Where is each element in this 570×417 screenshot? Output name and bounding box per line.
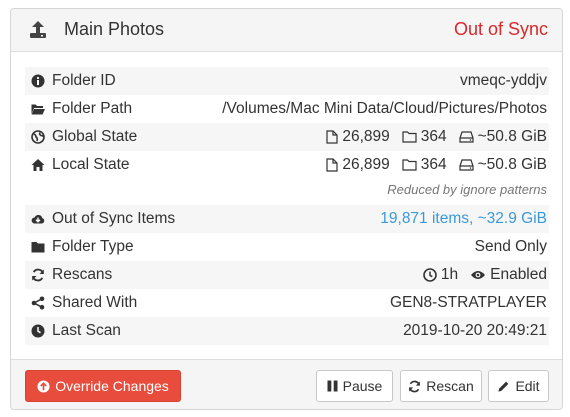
clock-icon <box>423 268 437 282</box>
row-folder-id: Folder ID vmeqc-yddjv <box>25 67 549 95</box>
folder-header[interactable]: Main Photos Out of Sync <box>11 9 562 52</box>
edit-button[interactable]: Edit <box>488 370 549 402</box>
row-folder-type: Folder Type Send Only <box>25 233 549 261</box>
file-icon <box>326 130 338 144</box>
shared-with-label: Shared With <box>52 294 138 311</box>
folder-open-icon <box>31 104 45 115</box>
global-size: ~50.8 GiB <box>477 128 547 145</box>
ignore-patterns-note: Reduced by ignore patterns <box>387 182 547 197</box>
rescan-label: Rescan <box>426 378 474 394</box>
row-folder-path: Folder Path /Volumes/Mac Mini Data/Cloud… <box>25 95 549 123</box>
arrow-circle-up-icon <box>37 379 50 393</box>
out-of-sync-link[interactable]: 19,871 items, ~32.9 GiB <box>380 205 547 233</box>
upload-icon <box>30 21 46 38</box>
global-files: 26,899 <box>342 128 390 145</box>
rescan-interval: 1h <box>440 266 459 283</box>
local-state-value: 26,899 364 ~50.8 GiB <box>326 151 547 179</box>
rescans-label: Rescans <box>52 266 113 283</box>
pause-button[interactable]: Pause <box>316 370 393 402</box>
folder-path-label: Folder Path <box>52 100 133 117</box>
watcher-status: Enabled <box>490 266 547 283</box>
rescans-value: 1h Enabled <box>423 261 547 289</box>
rescan-button[interactable]: Rescan <box>400 370 482 402</box>
sync-status: Out of Sync <box>453 19 548 39</box>
override-changes-label: Override Changes <box>55 378 169 394</box>
clock-icon <box>31 324 45 338</box>
folder-title: Main Photos <box>64 19 165 39</box>
refresh-icon <box>32 268 44 282</box>
row-rescans: Rescans 1h Enabled <box>25 261 549 289</box>
pause-icon <box>327 380 338 392</box>
last-scan-label: Last Scan <box>52 322 121 339</box>
folder-id-label: Folder ID <box>52 72 116 89</box>
last-scan-value: 2019-10-20 20:49:21 <box>403 322 547 339</box>
refresh-icon <box>409 380 421 392</box>
folder-panel: Main Photos Out of Sync Folder ID vmeqc-… <box>10 8 563 410</box>
folder-icon <box>31 242 45 253</box>
pencil-icon <box>498 381 509 392</box>
share-icon <box>31 296 45 310</box>
row-local-state: Local State 26,899 364 ~50.8 GiB <box>25 151 549 179</box>
override-changes-button[interactable]: Override Changes <box>25 370 181 402</box>
local-size: ~50.8 GiB <box>477 156 547 173</box>
shared-with-value: GEN8-STRATPLAYER <box>389 294 547 311</box>
local-dirs: 364 <box>420 156 447 173</box>
global-state-value: 26,899 364 ~50.8 GiB <box>326 123 547 151</box>
folder-id-value: vmeqc-yddjv <box>460 72 547 89</box>
row-out-of-sync: Out of Sync Items 19,871 items, ~32.9 Gi… <box>25 205 549 233</box>
hdd-icon <box>459 159 474 171</box>
out-of-sync-label: Out of Sync Items <box>52 210 176 227</box>
global-dirs: 364 <box>420 128 447 145</box>
edit-label: Edit <box>515 378 540 394</box>
folder-path-value: /Volumes/Mac Mini Data/Cloud/Pictures/Ph… <box>222 100 547 117</box>
row-global-state: Global State 26,899 364 ~50.8 GiB <box>25 123 549 151</box>
folder-type-value: Send Only <box>474 238 547 255</box>
folder-icon <box>402 159 417 171</box>
row-last-scan: Last Scan 2019-10-20 20:49:21 <box>25 317 549 345</box>
local-state-label: Local State <box>52 156 130 173</box>
folder-icon <box>402 131 417 143</box>
eye-icon <box>471 271 486 279</box>
globe-icon <box>31 130 45 144</box>
home-icon <box>31 159 45 171</box>
global-state-label: Global State <box>52 128 138 145</box>
local-files: 26,899 <box>342 156 390 173</box>
panel-footer: Override Changes Pause Rescan Edit <box>11 359 562 409</box>
cloud-download-icon <box>31 215 45 224</box>
folder-details: Folder ID vmeqc-yddjv Folder Path /Volum… <box>25 67 549 345</box>
pause-label: Pause <box>342 378 383 394</box>
info-icon <box>31 74 45 88</box>
file-icon <box>326 158 338 172</box>
folder-type-label: Folder Type <box>52 238 134 255</box>
hdd-icon <box>459 131 474 143</box>
row-shared-with: Shared With GEN8-STRATPLAYER <box>25 289 549 317</box>
